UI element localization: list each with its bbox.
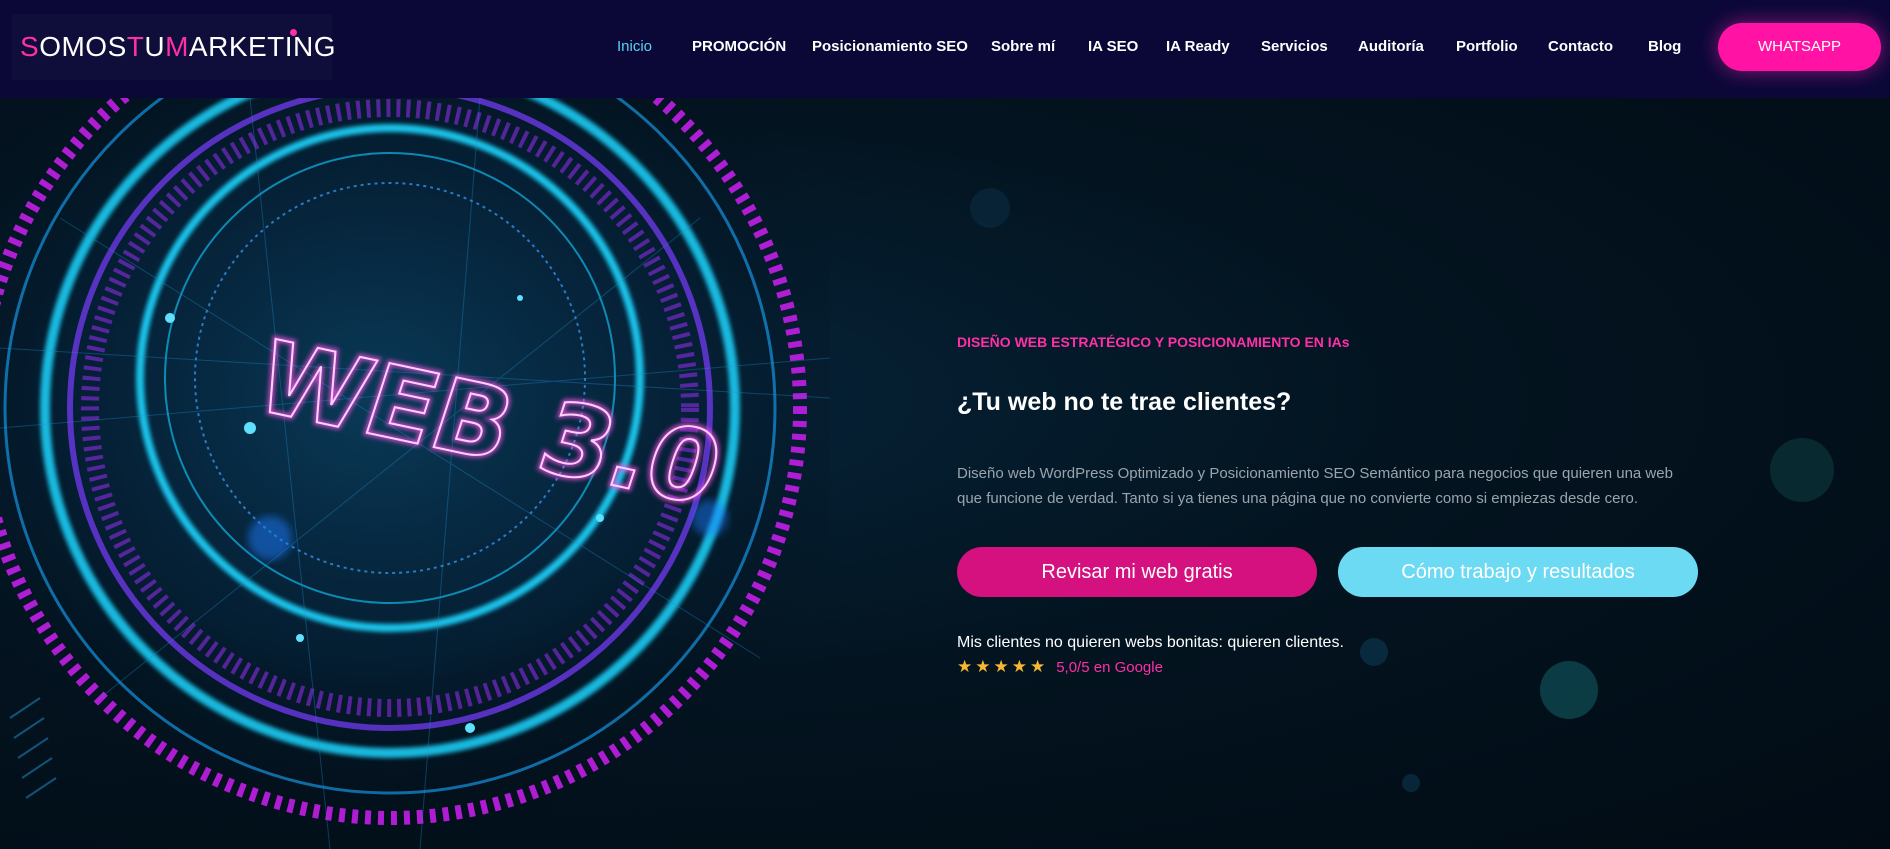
review-web-button[interactable]: Revisar mi web gratis [957, 547, 1317, 597]
hero-web3-image: WEB 3.0 WEB 3.0 [0, 98, 830, 849]
google-rating: ★★★★★ 5,0/5 en Google [957, 657, 1163, 677]
how-i-work-button[interactable]: Cómo trabajo y resultados [1338, 547, 1698, 597]
site-header: S OMOS TU M ARKETING Inicio PROMOCIÓN Posi… [0, 0, 1890, 98]
nav-contacto[interactable]: Contacto [1548, 38, 1613, 55]
nav-servicios[interactable]: Servicios [1261, 38, 1328, 55]
hero-section: WEB 3.0 WEB 3.0 DISEÑO WEB ESTRATÉGICO Y… [0, 98, 1890, 849]
hero-headline: ¿Tu web no te trae clientes? [957, 388, 1292, 416]
nav-posicionamiento-seo[interactable]: Posicionamiento SEO [812, 38, 968, 55]
nav-auditoria[interactable]: Auditoría [1358, 38, 1424, 55]
decorative-glow [1770, 438, 1834, 502]
nav-ia-seo[interactable]: IA SEO [1088, 38, 1138, 55]
nav-ia-ready[interactable]: IA Ready [1166, 38, 1230, 55]
nav-portfolio[interactable]: Portfolio [1456, 38, 1518, 55]
decorative-glow [970, 188, 1010, 228]
star-icon: ★★★★★ [957, 657, 1049, 676]
hero-eyebrow: DISEÑO WEB ESTRATÉGICO Y POSICIONAMIENTO… [957, 334, 1350, 350]
decorative-glow [1360, 638, 1388, 666]
main-nav: Inicio PROMOCIÓN Posicionamiento SEO Sob… [0, 0, 1890, 98]
hero-description: Diseño web WordPress Optimizado y Posici… [957, 465, 1673, 507]
nav-blog[interactable]: Blog [1648, 38, 1681, 55]
clients-tagline: Mis clientes no quieren webs bonitas: qu… [957, 634, 1344, 651]
nav-sobre-mi[interactable]: Sobre mí [991, 38, 1055, 55]
decorative-glow [1402, 774, 1420, 792]
whatsapp-button[interactable]: WHATSAPP [1718, 23, 1881, 71]
decorative-glow [1540, 661, 1598, 719]
rating-text[interactable]: 5,0/5 en Google [1056, 659, 1163, 676]
nav-promocion[interactable]: PROMOCIÓN [692, 38, 786, 55]
nav-inicio[interactable]: Inicio [617, 38, 652, 55]
